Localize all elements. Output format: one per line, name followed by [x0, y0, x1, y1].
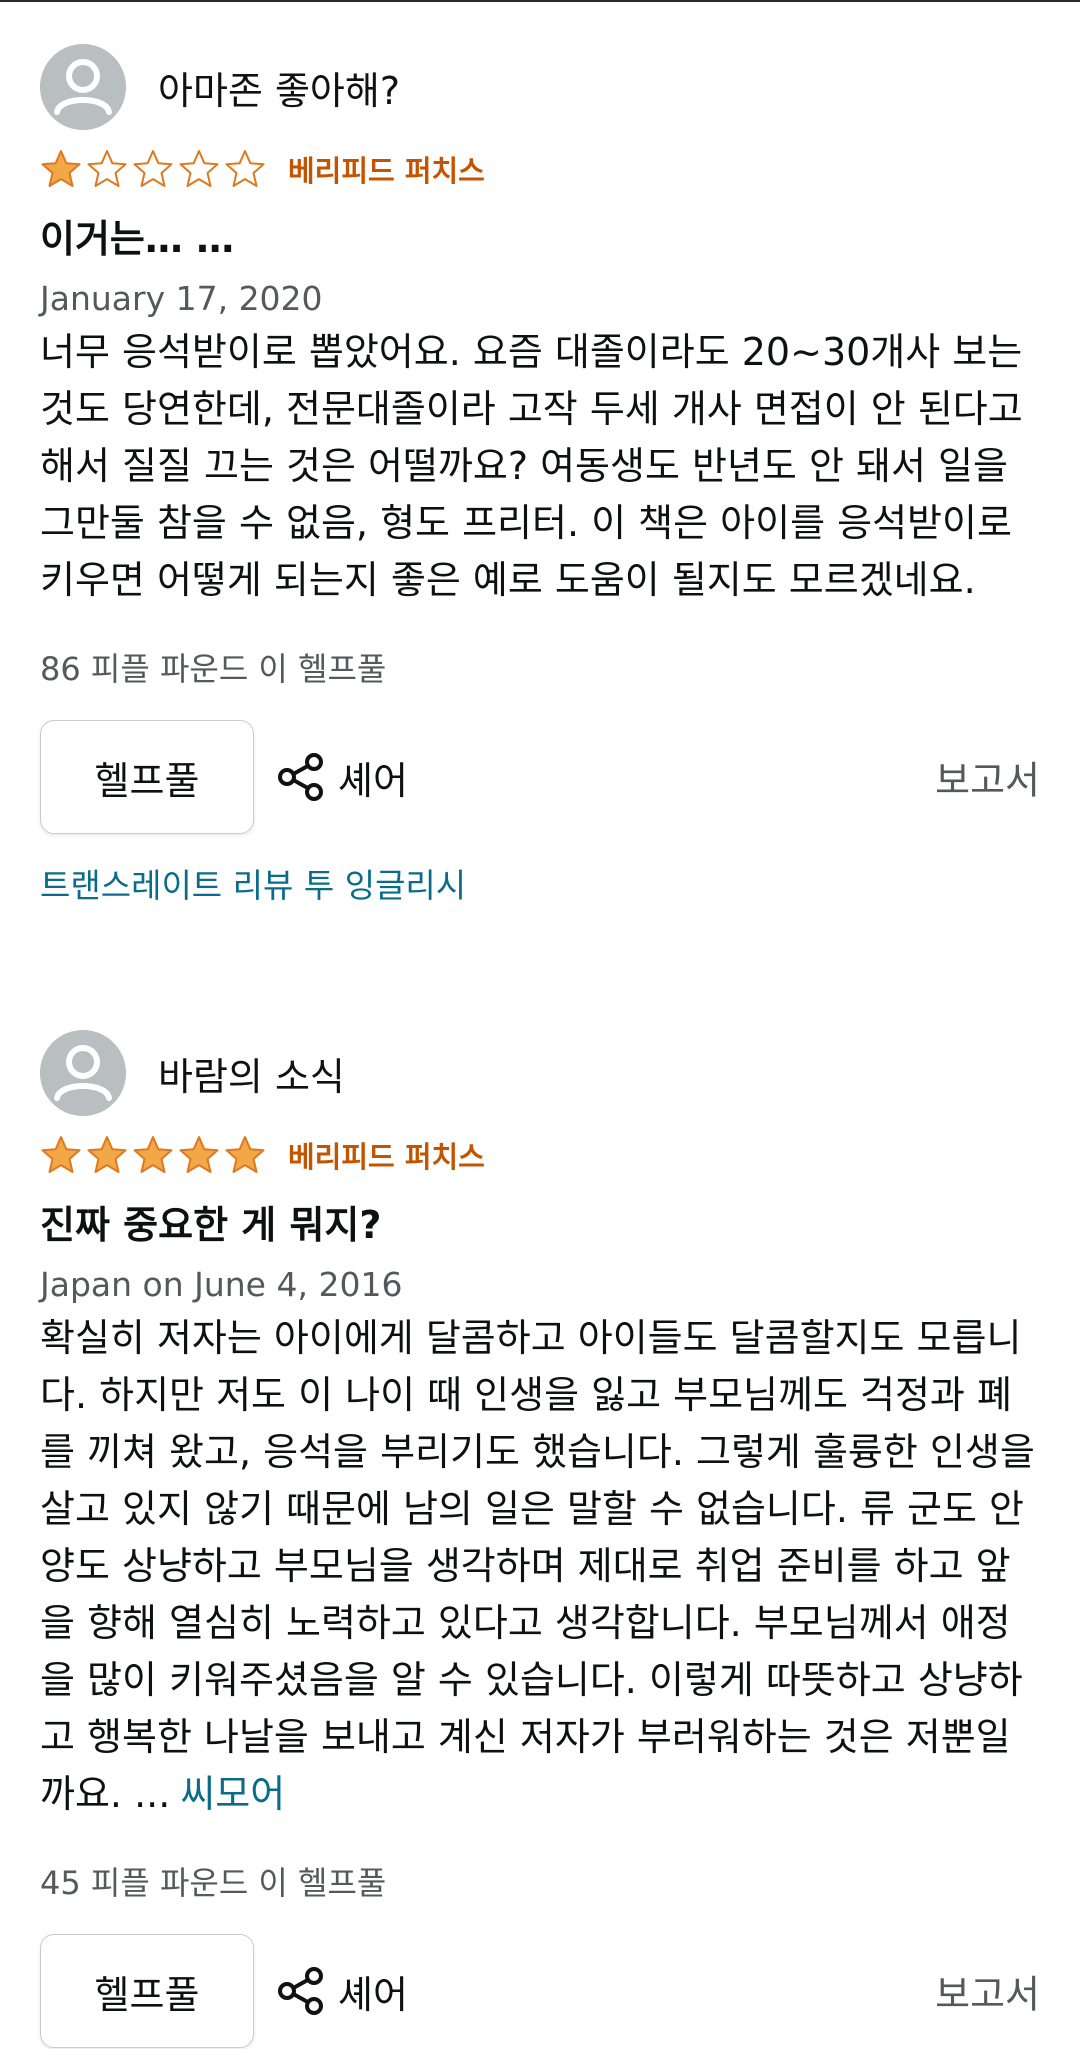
star-rating	[40, 148, 270, 190]
rating-row: 베리피드 퍼치스	[40, 144, 1040, 194]
reviewer-name: 아마존 좋아해?	[158, 68, 401, 113]
default-user-icon	[40, 44, 126, 130]
reviewer-name: 바람의 소식	[158, 1054, 345, 1099]
rating-row: 베리피드 퍼치스	[40, 1130, 1040, 1180]
share-button[interactable]: 셰어	[276, 1964, 408, 2019]
avatar	[40, 44, 126, 130]
review-text: 너무 응석받이로 뽑았어요. 요즘 대졸이라도 20~30개사 보는 것도 당연…	[40, 330, 1023, 602]
review-title: 이거는… …	[40, 217, 235, 261]
star-filled-icon	[178, 1134, 220, 1176]
star-empty-icon	[178, 148, 220, 190]
helpful-button[interactable]: 헬프풀	[40, 1934, 254, 2048]
review-card: 아마존 좋아해? 베리피드 퍼치스 이거는… … January 17, 202…	[40, 44, 1040, 907]
helpful-count: 86 피플 파운드 이 헬프풀	[40, 650, 387, 688]
star-empty-icon	[224, 148, 266, 190]
reviewer-profile[interactable]: 바람의 소식	[40, 1030, 1040, 1116]
review-actions: 헬프풀 셰어 보고서	[40, 1933, 1040, 2049]
share-label: 셰어	[338, 1972, 408, 2017]
share-label: 셰어	[338, 758, 408, 803]
review-date: Japan on June 4, 2016	[40, 1265, 403, 1304]
report-button[interactable]: 보고서	[935, 750, 1040, 805]
review-body: 확실히 저자는 아이에게 달콤하고 아이들도 달콤할지도 모릅니다. 하지만 저…	[40, 1310, 1040, 1823]
star-rating	[40, 1134, 270, 1176]
top-divider	[0, 0, 1080, 2]
star-filled-icon	[40, 148, 82, 190]
review-card: 바람의 소식 베리피드 퍼치스 진짜 중요한 게 뭐지? Japan on Ju…	[40, 1030, 1040, 2049]
star-empty-icon	[86, 148, 128, 190]
share-icon	[276, 1966, 326, 2016]
review-body: 너무 응석받이로 뽑았어요. 요즘 대졸이라도 20~30개사 보는 것도 당연…	[40, 324, 1040, 609]
star-filled-icon	[224, 1134, 266, 1176]
default-user-icon	[40, 1030, 126, 1116]
star-filled-icon	[40, 1134, 82, 1176]
star-filled-icon	[86, 1134, 128, 1176]
see-more-link[interactable]: 씨모어	[180, 1772, 285, 1816]
reviewer-profile[interactable]: 아마존 좋아해?	[40, 44, 1040, 130]
avatar	[40, 1030, 126, 1116]
review-text: 확실히 저자는 아이에게 달콤하고 아이들도 달콤할지도 모릅니다. 하지만 저…	[40, 1316, 1035, 1816]
review-date: January 17, 2020	[40, 279, 323, 318]
share-icon	[276, 752, 326, 802]
star-filled-icon	[132, 1134, 174, 1176]
report-button[interactable]: 보고서	[935, 1964, 1040, 2019]
review-actions: 헬프풀 셰어 보고서	[40, 719, 1040, 835]
star-empty-icon	[132, 148, 174, 190]
helpful-button[interactable]: 헬프풀	[40, 720, 254, 834]
share-button[interactable]: 셰어	[276, 750, 408, 805]
helpful-count: 45 피플 파운드 이 헬프풀	[40, 1864, 387, 1902]
translate-review-link[interactable]: 트랜스레이트 리뷰 투 잉글리시	[40, 865, 1040, 907]
verified-purchase-badge: 베리피드 퍼치스	[288, 154, 485, 188]
review-title: 진짜 중요한 게 뭐지?	[40, 1203, 382, 1247]
verified-purchase-badge: 베리피드 퍼치스	[288, 1140, 485, 1174]
